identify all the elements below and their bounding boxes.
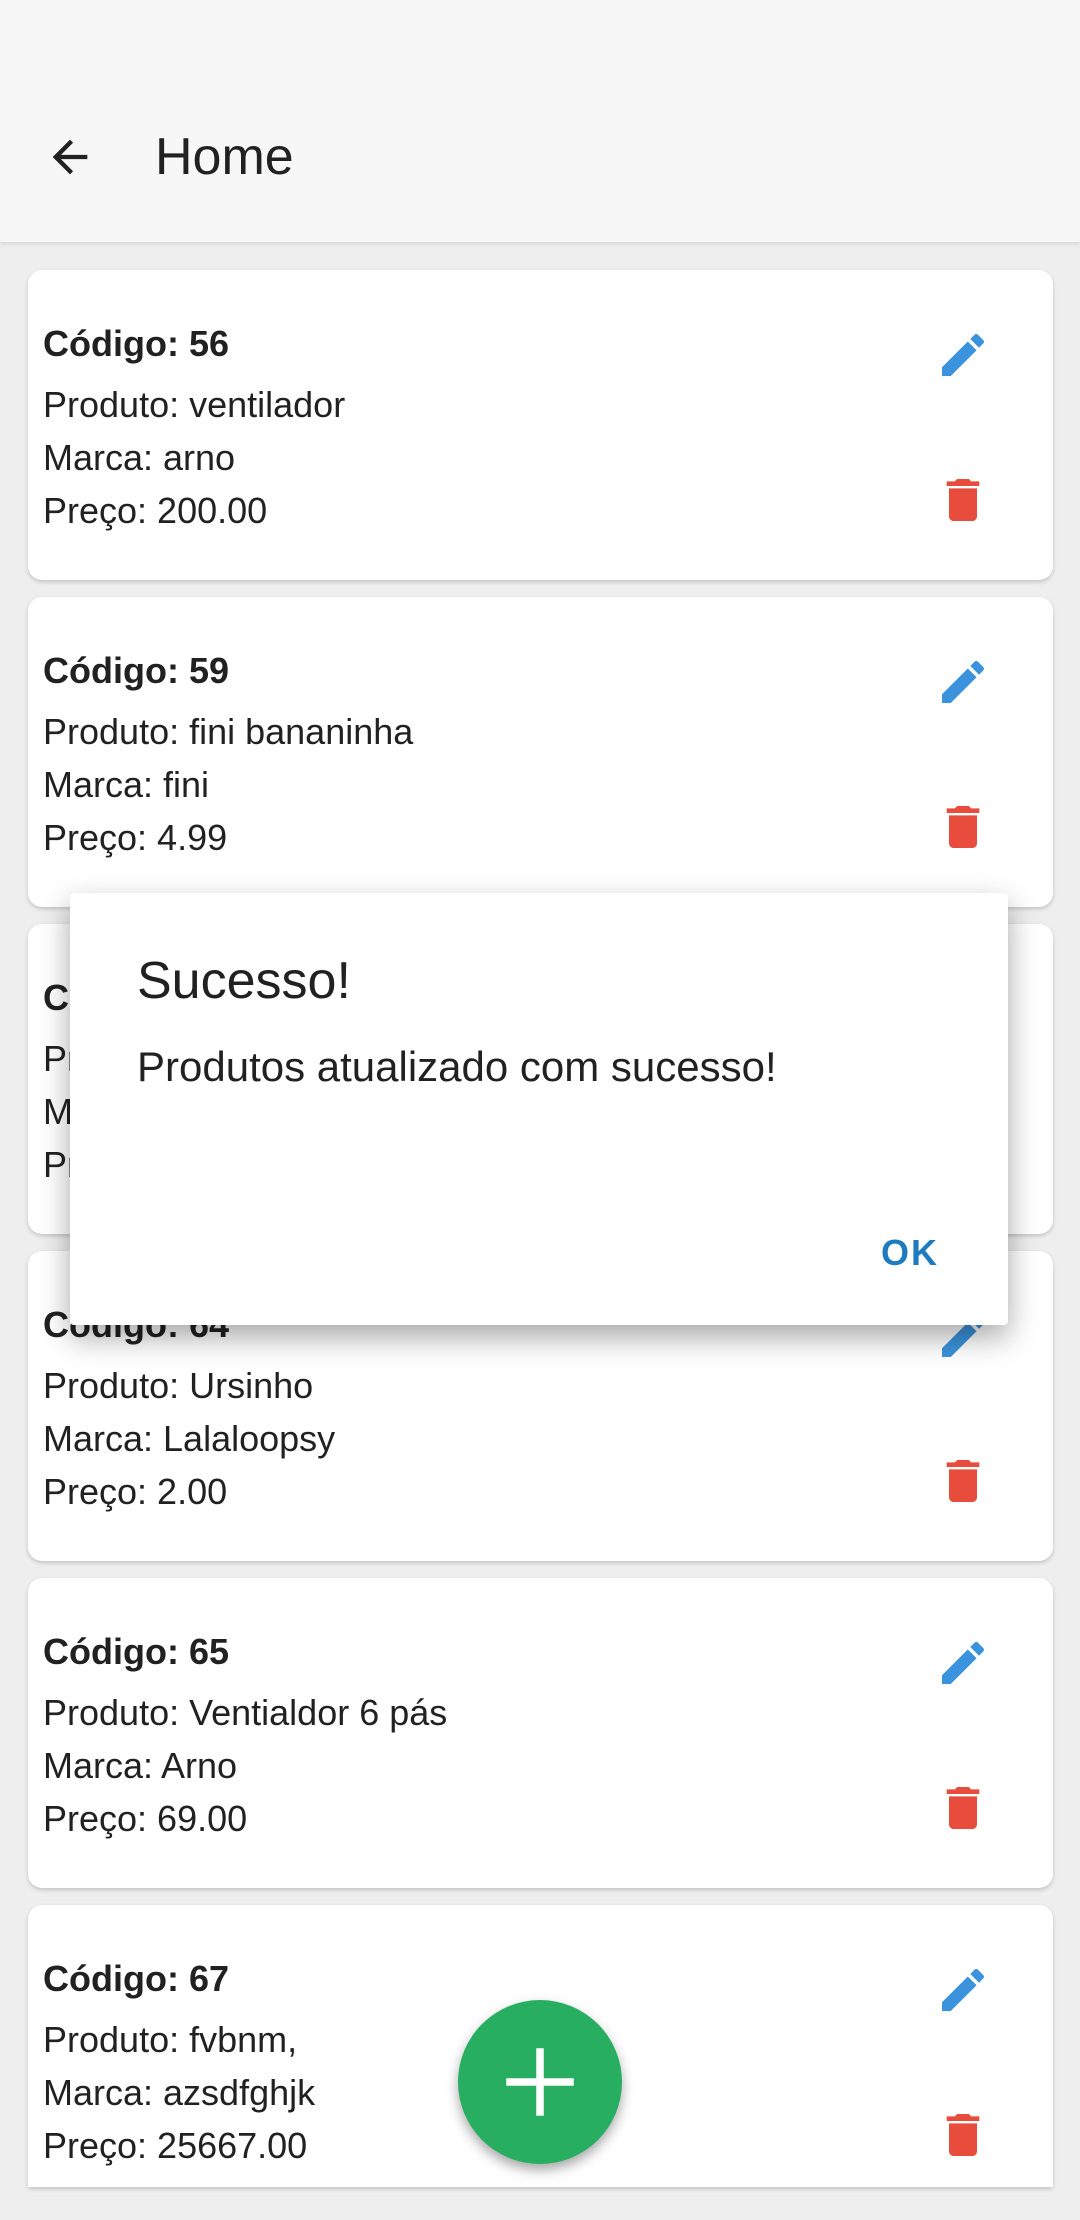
dialog-message: Produtos atualizado com sucesso!: [137, 1043, 777, 1090]
dialog-title: Sucesso!: [137, 952, 351, 1010]
success-dialog: Sucesso! Produtos atualizado com sucesso…: [70, 893, 1008, 1325]
dialog-scrim[interactable]: Sucesso! Produtos atualizado com sucesso…: [0, 0, 1080, 2220]
ok-button[interactable]: OK: [840, 1218, 980, 1288]
